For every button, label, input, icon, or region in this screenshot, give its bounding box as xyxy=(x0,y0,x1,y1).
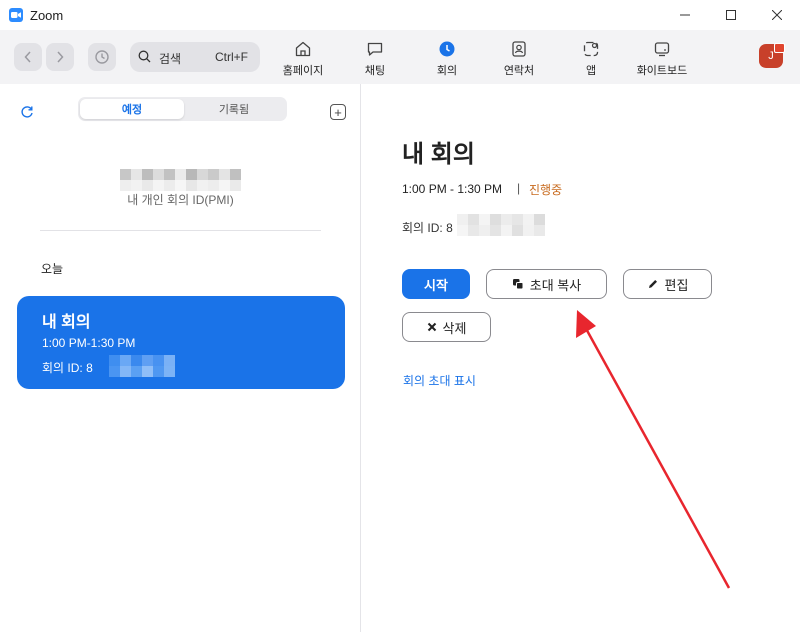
notification-badge xyxy=(774,43,785,53)
refresh-icon[interactable] xyxy=(20,105,34,119)
tab-chat-label: 채팅 xyxy=(364,65,386,77)
maximize-icon xyxy=(726,10,736,20)
chevron-left-icon xyxy=(24,51,31,63)
delete-button[interactable]: 삭제 xyxy=(402,312,491,342)
tab-whiteboard[interactable]: 화이트보드 xyxy=(633,40,691,80)
history-button[interactable] xyxy=(88,43,116,71)
meeting-id-redacted xyxy=(457,214,545,236)
avatar-initial: J xyxy=(768,50,774,62)
copy-invitation-label: 초대 복사 xyxy=(529,277,582,293)
tab-whiteboard-label: 화이트보드 xyxy=(636,65,688,77)
pmi-label: 내 개인 회의 ID(PMI) xyxy=(127,193,234,207)
add-meeting-button[interactable]: + xyxy=(330,104,346,120)
main-toolbar: 검색 Ctrl+F 홈페이지 채팅 회의 연락처 앱 화이트보드 J xyxy=(0,30,800,84)
tab-contacts-label: 연락처 xyxy=(503,65,535,77)
pencil-icon xyxy=(648,280,657,288)
home-icon xyxy=(295,41,311,57)
show-invitation-link[interactable]: 회의 초대 표시 xyxy=(403,372,476,389)
forward-button[interactable] xyxy=(46,43,74,71)
tab-contacts[interactable]: 연락처 xyxy=(499,40,539,80)
divider xyxy=(40,230,321,231)
delete-label: 삭제 xyxy=(442,320,467,336)
pmi-redacted-value xyxy=(120,169,241,191)
plus-icon: + xyxy=(334,104,342,120)
today-section-label: 오늘 xyxy=(41,262,64,276)
history-icon xyxy=(95,50,109,64)
tab-meetings[interactable]: 회의 xyxy=(432,40,462,80)
close-icon xyxy=(772,10,782,20)
meeting-item-title: 내 회의 xyxy=(42,314,91,331)
tab-recorded[interactable]: 기록됨 xyxy=(182,99,286,119)
start-button-label: 시작 xyxy=(424,277,448,293)
clock-icon xyxy=(439,41,455,57)
chat-icon xyxy=(367,42,383,56)
maximize-button[interactable] xyxy=(708,0,754,30)
meeting-id: 회의 ID: 8 xyxy=(402,221,453,235)
edit-button[interactable]: 편집 xyxy=(623,269,712,299)
start-button[interactable]: 시작 xyxy=(402,269,470,299)
tab-meetings-label: 회의 xyxy=(436,65,458,77)
close-button[interactable] xyxy=(754,0,800,30)
zoom-logo-icon xyxy=(9,8,23,22)
meeting-title: 내 회의 xyxy=(402,141,475,168)
minimize-button[interactable] xyxy=(662,0,708,30)
window-title: Zoom xyxy=(30,8,64,23)
meeting-list-item[interactable]: 내 회의 1:00 PM-1:30 PM 회의 ID: 8 xyxy=(17,296,345,389)
meeting-filter-segment: 예정 기록됨 xyxy=(78,97,287,121)
contacts-icon xyxy=(512,41,526,57)
search-shortcut: Ctrl+F xyxy=(215,50,248,64)
meeting-status: 진행중 xyxy=(529,183,563,197)
search-icon xyxy=(138,50,151,63)
meeting-item-time: 1:00 PM-1:30 PM xyxy=(42,336,136,350)
search-box[interactable]: 검색 Ctrl+F xyxy=(130,42,260,72)
copy-invitation-button[interactable]: 초대 복사 xyxy=(486,269,607,299)
tab-home-label: 홈페이지 xyxy=(282,65,324,77)
meeting-item-id: 회의 ID: 8 xyxy=(42,361,93,375)
close-icon xyxy=(427,322,436,332)
tab-apps-label: 앱 xyxy=(585,65,597,77)
meetings-list-panel: 예정 기록됨 + 내 개인 회의 ID(PMI) 오늘 내 회의 1:00 PM… xyxy=(0,84,361,632)
back-button[interactable] xyxy=(14,43,42,71)
copy-icon xyxy=(512,279,524,290)
time-status-separator: | xyxy=(517,181,521,195)
tab-scheduled[interactable]: 예정 xyxy=(80,99,184,119)
tab-apps[interactable]: 앱 xyxy=(578,40,604,80)
chevron-right-icon xyxy=(57,51,64,63)
whiteboard-icon xyxy=(654,42,670,57)
meeting-id-redacted xyxy=(109,355,175,377)
tab-home[interactable]: 홈페이지 xyxy=(281,40,325,80)
title-bar: Zoom xyxy=(0,0,800,30)
meeting-detail-panel: 내 회의 1:00 PM - 1:30 PM | 진행중 회의 ID: 8 시작… xyxy=(362,84,800,632)
tab-chat[interactable]: 채팅 xyxy=(360,40,390,80)
apps-icon xyxy=(583,41,599,57)
search-label: 검색 xyxy=(159,52,182,66)
minimize-icon xyxy=(680,14,690,16)
edit-label: 편집 xyxy=(664,277,689,293)
meeting-time: 1:00 PM - 1:30 PM xyxy=(402,182,503,196)
